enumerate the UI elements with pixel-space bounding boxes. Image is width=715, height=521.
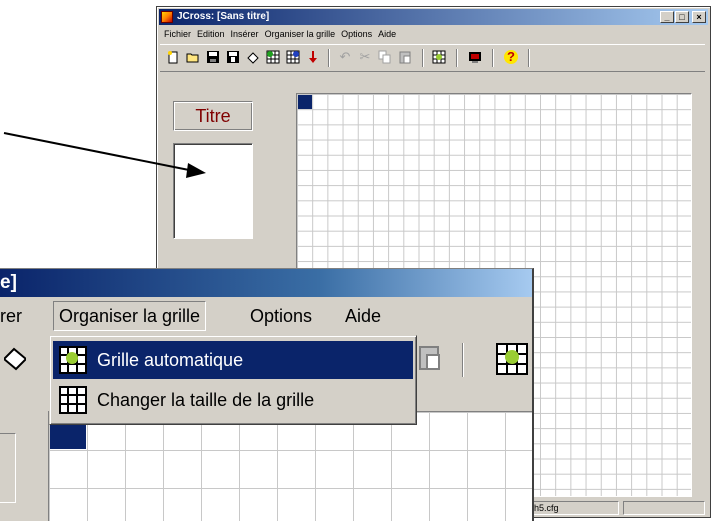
minimize-button[interactable]: _ [660,11,674,23]
title-bar[interactable]: JCross: [Sans titre] _ □ × [159,9,708,25]
menu-fichier[interactable]: Fichier [161,27,194,41]
menu-aide[interactable]: Aide [375,27,399,41]
menu-item-changer-la-taille[interactable]: Changer la taille de la grille [53,381,413,419]
auto-grid-icon[interactable] [432,50,446,64]
zoom-title-fragment: e] [0,272,17,293]
toolbar: ↶ ✂ ? [160,44,705,72]
zoom-menu-aide[interactable]: Aide [345,301,381,331]
open-icon[interactable] [186,50,200,64]
menu-options[interactable]: Options [338,27,375,41]
save-icon[interactable] [206,50,220,64]
auto-grid-icon [59,346,87,374]
save-as-icon[interactable] [226,50,240,64]
menu-inserer[interactable]: Insérer [228,27,262,41]
copy-icon[interactable] [378,50,392,64]
auto-grid-icon[interactable] [496,343,528,375]
titre-button[interactable]: Titre [173,101,253,131]
zoom-clue-panel [0,433,16,503]
grid-icon[interactable] [266,50,280,64]
undo-icon[interactable]: ↶ [338,50,352,64]
paste-icon[interactable] [398,50,412,64]
menu-item-grille-automatique[interactable]: Grille automatique [53,341,413,379]
menu-bar: Fichier Edition Insérer Organiser la gri… [161,27,399,41]
window-title: JCross: [Sans titre] [177,11,270,22]
zoom-menu-organiser-la-grille[interactable]: Organiser la grille [53,301,207,331]
menu-item-label: Grille automatique [97,350,244,370]
cut-icon[interactable]: ✂ [358,50,372,64]
clear-icon[interactable] [4,347,26,371]
help-icon[interactable]: ? [504,50,518,64]
menu-item-label: Changer la taille de la grille [97,390,315,410]
clue-panel [173,143,253,239]
zoom-crossword-grid[interactable] [48,411,532,521]
menu-edition[interactable]: Edition [194,27,228,41]
zoom-menu-options[interactable]: Options [250,301,312,331]
organiser-dropdown-menu: Grille automatique Changer la taille de … [49,335,417,425]
selected-cell[interactable] [298,95,312,109]
zoom-title-bar: e] [0,269,532,297]
web-export-icon[interactable] [468,50,482,64]
maximize-button[interactable]: □ [675,11,689,23]
jcross-app-icon [161,11,173,23]
download-arrow-icon[interactable] [306,50,320,64]
zoomed-menu-view: e] rer Organiser la grille Options Aide [0,268,534,521]
status-file: h5.cfg [531,501,619,515]
clear-icon[interactable] [246,50,260,64]
new-icon[interactable] [166,50,180,64]
grid-alt-icon[interactable] [286,50,300,64]
menu-organiser-la-grille[interactable]: Organiser la grille [262,27,339,41]
grid-icon [59,386,87,414]
zoom-menu-inserer[interactable]: rer [0,301,22,331]
close-button[interactable]: × [692,11,706,23]
status-pane [623,501,705,515]
paste-icon[interactable] [418,345,442,373]
